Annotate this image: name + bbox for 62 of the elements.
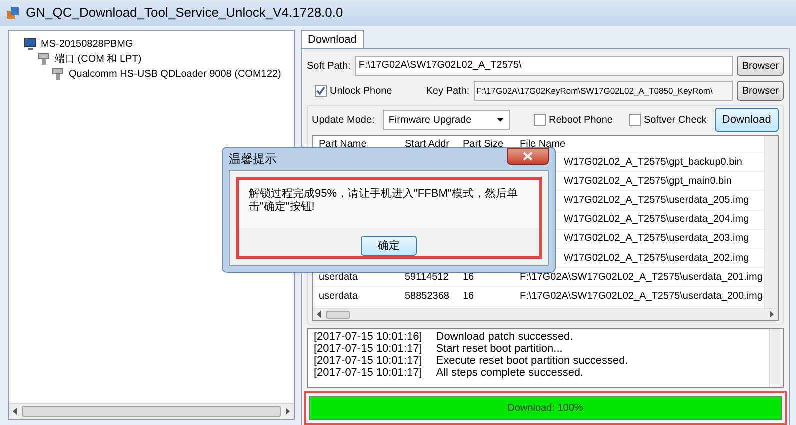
computer-icon [23, 38, 37, 51]
field-label: Soft Path: [307, 60, 351, 74]
table-cell: userdata [319, 272, 358, 283]
field-label: Key Path: [426, 84, 470, 98]
update-mode-dropdown[interactable]: Firmware Upgrade [382, 110, 510, 130]
table-cell: userdata [319, 290, 358, 302]
log-message: Start reset boot partition... [436, 343, 563, 355]
table-cell: F:\17G02A\SW17G02L02_A_T2575\userdata_200.img [520, 290, 763, 302]
arrow-left-icon[interactable] [13, 408, 18, 415]
log-time: [2017-07-15 10:01:16] [314, 331, 422, 343]
scroll-thumb[interactable] [22, 406, 281, 417]
ok-button[interactable]: 确定 [361, 236, 417, 256]
connector-icon [37, 53, 51, 66]
table-cell: 16 [463, 290, 474, 302]
dialog-title: 温馨提示 [229, 151, 277, 168]
key-path-field[interactable]: F:\17G02A\17G02KeyRom\SW17G02L02_A_T0850_KeyRom\ [474, 81, 734, 101]
tab[interactable]: Download [301, 30, 364, 48]
unlock-phone-checkbox[interactable]: Unlock Phone [315, 84, 392, 98]
table-cell: F:\17G02A\SW17G02L02_A_T2575\userdata_201.img [520, 272, 763, 283]
app-icon [6, 6, 20, 20]
option-checkbox[interactable]: Softver Check [628, 112, 707, 128]
horizontal-scrollbar[interactable] [9, 403, 294, 419]
soft-path-field[interactable]: F:\17G02A\SW17G02L02_A_T2575\ [354, 56, 734, 76]
log-time: [2017-07-15 10:01:17] [314, 355, 422, 367]
scroll-thumb[interactable] [326, 310, 350, 318]
field-label: Update Mode: [312, 114, 375, 128]
option-checkbox[interactable]: Reboot Phone [534, 112, 613, 128]
table-cell: W17G02L02_A_T2575\userdata_204.img [564, 214, 750, 226]
arrow-left-icon[interactable] [317, 311, 322, 318]
table-cell: 58852368 [405, 290, 450, 302]
table-cell: W17G02L02_A_T2575\gpt_main0.bin [564, 176, 732, 187]
browser-button[interactable]: Browser [737, 56, 784, 76]
arrow-right-icon[interactable] [769, 311, 774, 318]
table-cell: 16 [463, 272, 474, 283]
table-cell: W17G02L02_A_T2575\gpt_backup0.bin [564, 156, 742, 168]
log-message: Download patch successed. [436, 331, 574, 343]
close-button[interactable] [507, 148, 549, 165]
tree-item[interactable]: 端口 (COM 和 LPT) [55, 52, 142, 67]
vertical-scrollbar[interactable] [769, 329, 783, 387]
log-message: All steps complete successed. [436, 367, 584, 379]
horizontal-scrollbar[interactable] [313, 308, 778, 320]
progress-label: Download: 100% [508, 402, 584, 416]
table-cell: 59114512 [405, 272, 449, 283]
tree-item[interactable]: Qualcomm HS-USB QDLoader 9008 (COM122) [69, 67, 282, 82]
download-button[interactable]: Download [714, 108, 779, 132]
tree-item[interactable]: MS-20150828PBMG [41, 37, 134, 52]
column-header[interactable]: File Name [514, 136, 764, 152]
connector-icon [51, 68, 65, 81]
window-title: GN_QC_Download_Tool_Service_Unlock_V4.1728.0.0 [26, 4, 344, 22]
table-cell: W17G02L02_A_T2575\userdata_203.img [564, 233, 750, 244]
log-time: [2017-07-15 10:01:17] [314, 367, 422, 379]
arrow-right-icon[interactable] [285, 408, 290, 415]
close-icon [523, 152, 533, 161]
table-cell: W17G02L02_A_T2575\userdata_205.img [564, 194, 750, 206]
browser-button[interactable]: Browser [737, 81, 784, 101]
caret-icon [497, 118, 504, 122]
vertical-scrollbar[interactable] [764, 136, 778, 308]
dialog-message: 解锁过程完成95%，请让手机进入"FFBM"模式，然后单击"确定"按钮! [249, 188, 518, 213]
log-message: Execute reset boot partition successed. [436, 355, 628, 367]
checkmark-icon [316, 86, 326, 96]
table-cell: W17G02L02_A_T2575\userdata_202.img [564, 252, 750, 264]
log-time: [2017-07-15 10:01:17] [314, 343, 422, 355]
